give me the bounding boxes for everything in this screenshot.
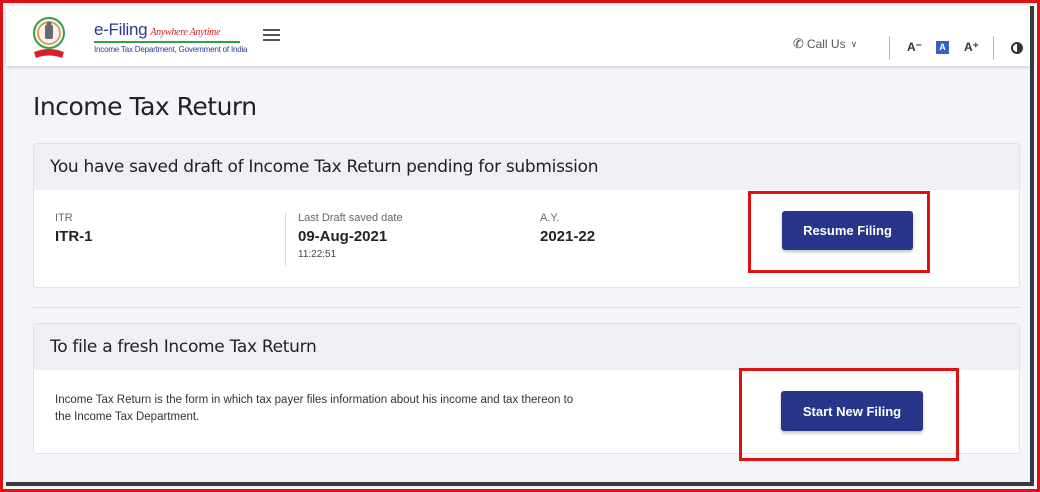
font-default-button[interactable]: A	[936, 41, 949, 54]
resume-filing-button[interactable]: Resume Filing	[782, 211, 913, 250]
call-us-dropdown[interactable]: ✆ Call Us ∨	[793, 36, 857, 52]
contrast-icon[interactable]	[1011, 42, 1023, 54]
last-draft-field: Last Draft saved date 09-Aug-2021 11:22:…	[298, 212, 403, 260]
brand-title-text: e-Filing	[94, 20, 148, 39]
phone-icon: ✆	[793, 36, 804, 51]
brand-subtitle: Income Tax Department, Government of Ind…	[94, 45, 248, 54]
call-us-label: Call Us	[806, 37, 846, 51]
brand-block[interactable]: e-Filing Anywhere Anytime Income Tax Depa…	[94, 20, 248, 54]
fresh-filing-card: To file a fresh Income Tax Return Income…	[33, 323, 1020, 454]
assessment-year-label: A.Y.	[540, 212, 560, 224]
start-new-filing-button[interactable]: Start New Filing	[781, 391, 923, 431]
fresh-filing-description: Income Tax Return is the form in which t…	[55, 394, 574, 423]
font-increase-button[interactable]: A⁺	[964, 40, 979, 54]
last-draft-time: 11:22:51	[298, 249, 337, 260]
last-draft-label: Last Draft saved date	[298, 212, 403, 224]
emblem-logo[interactable]	[32, 16, 66, 64]
saved-draft-heading: You have saved draft of Income Tax Retur…	[34, 144, 1019, 190]
itr-label: ITR	[55, 212, 73, 224]
section-divider	[33, 307, 1020, 308]
assessment-year-value: 2021-22	[540, 228, 596, 245]
header-separator	[993, 36, 994, 60]
brand-underline	[94, 41, 240, 43]
header-separator	[889, 36, 890, 60]
hamburger-menu-icon[interactable]	[263, 29, 280, 41]
saved-draft-card: You have saved draft of Income Tax Retur…	[33, 143, 1020, 288]
brand-title: e-Filing Anywhere Anytime	[94, 20, 247, 40]
fresh-filing-heading: To file a fresh Income Tax Return	[34, 324, 1019, 370]
itr-field: ITR ITR-1	[55, 212, 93, 245]
itr-value: ITR-1	[55, 228, 93, 245]
page-title: Income Tax Return	[33, 92, 257, 121]
assessment-year-field: A.Y. 2021-22	[540, 212, 595, 245]
screenshot-frame: e-Filing Anywhere Anytime Income Tax Depa…	[0, 0, 1040, 492]
last-draft-date: 09-Aug-2021	[298, 228, 388, 245]
field-separator	[285, 212, 286, 266]
font-decrease-button[interactable]: A⁻	[907, 40, 922, 54]
brand-tagline: Anywhere Anytime	[150, 27, 221, 38]
top-header: e-Filing Anywhere Anytime Income Tax Depa…	[6, 6, 1033, 66]
chevron-down-icon: ∨	[850, 38, 858, 49]
